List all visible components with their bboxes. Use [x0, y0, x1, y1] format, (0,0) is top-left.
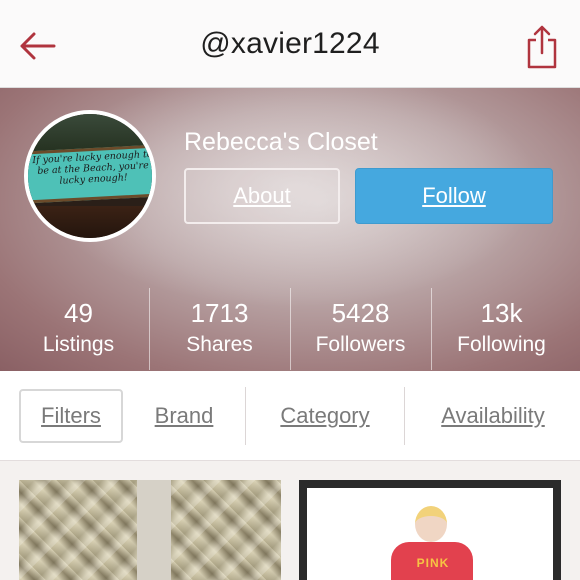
- profile-header: If you're lucky enough to be at the Beac…: [0, 88, 580, 371]
- about-button[interactable]: About: [184, 168, 340, 224]
- avatar-sign-text: If you're lucky enough to be at the Beac…: [32, 148, 153, 187]
- listing-photo-gap: [137, 480, 171, 580]
- stat-value: 13k: [480, 298, 523, 328]
- top-navigation-bar: @xavier1224: [0, 0, 580, 88]
- filter-bar: Filters Brand Category Availability: [0, 371, 580, 461]
- stat-following[interactable]: 13k Following: [431, 288, 572, 370]
- closet-name: Rebecca's Closet: [184, 128, 378, 156]
- follow-button[interactable]: Follow: [355, 168, 553, 224]
- category-filter[interactable]: Category: [250, 389, 400, 443]
- avatar-floor: [28, 206, 152, 238]
- model-head: [415, 506, 447, 542]
- brand-filter[interactable]: Brand: [134, 389, 234, 443]
- stat-label: Shares: [186, 333, 253, 356]
- listings-grid: PINK: [0, 462, 580, 580]
- profile-stats: 49 Listings 1713 Shares 5428 Followers 1…: [8, 288, 572, 370]
- status-strip: [0, 0, 580, 10]
- avatar[interactable]: If you're lucky enough to be at the Beac…: [24, 110, 156, 242]
- stat-listings[interactable]: 49 Listings: [8, 288, 149, 370]
- share-button[interactable]: [522, 22, 562, 72]
- stat-value: 1713: [190, 298, 249, 328]
- stat-shares[interactable]: 1713 Shares: [149, 288, 290, 370]
- filter-divider: [404, 387, 405, 445]
- stat-value: 49: [64, 298, 93, 328]
- stat-label: Following: [457, 333, 546, 356]
- listing-card[interactable]: [19, 480, 281, 580]
- share-icon: [527, 25, 557, 69]
- availability-filter[interactable]: Availability: [420, 389, 566, 443]
- profile-username: @xavier1224: [200, 27, 380, 60]
- filter-divider: [245, 387, 246, 445]
- stat-label: Followers: [315, 333, 406, 356]
- hoodie-print-text: PINK: [416, 556, 450, 570]
- stat-value: 5428: [331, 298, 390, 328]
- stat-label: Listings: [42, 333, 115, 356]
- filters-button[interactable]: Filters: [19, 389, 123, 443]
- listing-card[interactable]: PINK: [299, 480, 561, 580]
- stat-followers[interactable]: 5428 Followers: [290, 288, 431, 370]
- listing-photo-hoodie: PINK: [307, 488, 553, 580]
